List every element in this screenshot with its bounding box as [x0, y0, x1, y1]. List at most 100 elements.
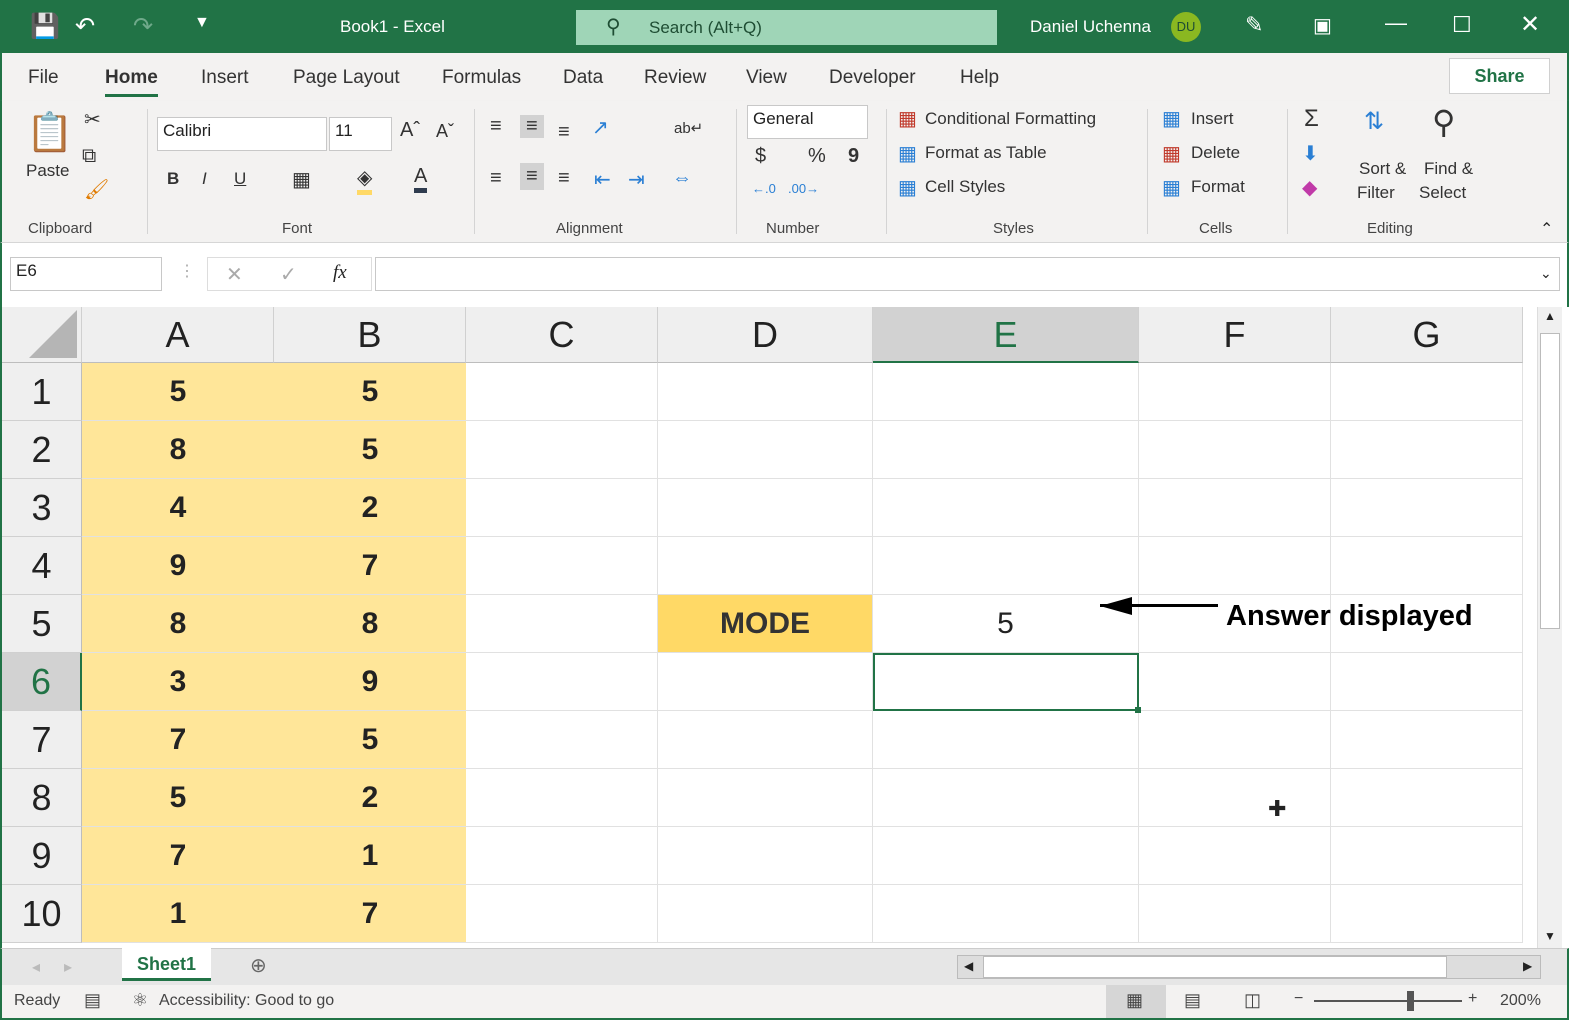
tab-review[interactable]: Review [644, 67, 706, 89]
cell-g8[interactable] [1331, 769, 1523, 827]
underline-button[interactable]: U [234, 169, 246, 189]
borders-icon[interactable]: ▦ [292, 167, 311, 192]
decrease-decimal-icon[interactable]: .00→ [788, 181, 819, 196]
cell-a7[interactable]: 7 [82, 711, 274, 769]
find-select-label-1[interactable]: Find & [1424, 159, 1473, 179]
cell-d1[interactable] [658, 363, 873, 421]
paste-icon[interactable]: 📋 [26, 111, 73, 155]
fill-icon[interactable]: ⬇ [1302, 141, 1319, 166]
scroll-thumb[interactable] [1540, 333, 1560, 629]
accessibility-icon[interactable]: ⚛ [132, 990, 148, 1011]
cell-b9[interactable]: 1 [274, 827, 466, 885]
scroll-right-icon[interactable]: ▶ [1523, 959, 1532, 973]
zoom-slider-thumb[interactable] [1407, 991, 1414, 1011]
paste-button[interactable]: Paste [26, 161, 69, 181]
cancel-icon[interactable]: ✕ [226, 262, 243, 287]
find-select-icon[interactable]: ⚲ [1432, 103, 1455, 141]
cell-g9[interactable] [1331, 827, 1523, 885]
increase-indent-icon[interactable]: ⇥ [628, 167, 645, 192]
sort-filter-label-2[interactable]: Filter [1357, 183, 1395, 203]
maximize-icon[interactable]: ☐ [1452, 12, 1472, 38]
row-header-7[interactable]: 7 [2, 711, 82, 769]
cell-f4[interactable] [1139, 537, 1331, 595]
formula-input[interactable] [375, 257, 1560, 291]
enter-icon[interactable]: ✓ [280, 262, 297, 287]
share-button[interactable]: Share [1449, 58, 1550, 94]
cell-f9[interactable] [1139, 827, 1331, 885]
sort-filter-icon[interactable]: ⇅ [1364, 107, 1384, 136]
vertical-scrollbar[interactable]: ▲ ▼ [1537, 307, 1562, 948]
prev-sheet-icon[interactable]: ◂ [32, 957, 40, 977]
column-header-d[interactable]: D [658, 307, 873, 363]
macro-recording-icon[interactable]: ▤ [84, 990, 101, 1011]
cell-b6[interactable]: 9 [274, 653, 466, 711]
cell-b5[interactable]: 8 [274, 595, 466, 653]
zoom-level[interactable]: 200% [1500, 992, 1541, 1010]
align-top-icon[interactable]: ≡ [490, 115, 502, 138]
search-box[interactable]: ⚲ Search (Alt+Q) [576, 10, 997, 45]
align-left-icon[interactable]: ≡ [490, 167, 502, 190]
cell-f1[interactable] [1139, 363, 1331, 421]
column-header-c[interactable]: C [466, 307, 658, 363]
cell-b7[interactable]: 5 [274, 711, 466, 769]
cell-f6[interactable] [1139, 653, 1331, 711]
customize-qat-icon[interactable]: ▼ [194, 14, 210, 32]
user-name[interactable]: Daniel Uchenna [1030, 17, 1151, 37]
cell-e2[interactable] [873, 421, 1139, 479]
next-sheet-icon[interactable]: ▸ [64, 957, 72, 977]
cell-a6[interactable]: 3 [82, 653, 274, 711]
cell-e9[interactable] [873, 827, 1139, 885]
row-header-2[interactable]: 2 [2, 421, 82, 479]
column-header-g[interactable]: G [1331, 307, 1523, 363]
zoom-in-icon[interactable]: + [1468, 990, 1477, 1008]
h-scroll-thumb[interactable] [983, 956, 1447, 978]
cell-g7[interactable] [1331, 711, 1523, 769]
cell-b3[interactable]: 2 [274, 479, 466, 537]
tab-formulas[interactable]: Formulas [442, 67, 521, 89]
add-sheet-icon[interactable]: ⊕ [250, 953, 267, 978]
tab-insert[interactable]: Insert [201, 67, 249, 89]
tab-page-layout[interactable]: Page Layout [293, 67, 400, 89]
minimize-icon[interactable]: — [1385, 10, 1407, 36]
copy-icon[interactable]: ⧉ [82, 145, 96, 168]
tab-developer[interactable]: Developer [829, 67, 916, 89]
page-break-view-icon[interactable]: ◫ [1244, 990, 1261, 1011]
cell-c1[interactable] [466, 363, 658, 421]
format-as-table-button[interactable]: Format as Table [925, 143, 1047, 163]
font-color-icon[interactable]: A [414, 165, 428, 193]
scroll-up-icon[interactable]: ▲ [1544, 309, 1556, 323]
column-header-f[interactable]: F [1139, 307, 1331, 363]
cell-f2[interactable] [1139, 421, 1331, 479]
normal-view-button[interactable]: ▦ [1106, 985, 1166, 1018]
collapse-ribbon-icon[interactable]: ⌃ [1540, 219, 1553, 239]
decrease-indent-icon[interactable]: ⇤ [594, 167, 611, 192]
cut-icon[interactable]: ✂ [84, 107, 101, 132]
cell-a1[interactable]: 5 [82, 363, 274, 421]
align-center-icon[interactable]: ≡ [520, 163, 544, 190]
cell-d8[interactable] [658, 769, 873, 827]
align-middle-icon[interactable]: ≡ [520, 115, 544, 138]
cell-a5[interactable]: 8 [82, 595, 274, 653]
avatar[interactable]: DU [1171, 12, 1201, 42]
cell-f3[interactable] [1139, 479, 1331, 537]
delete-cells-button[interactable]: Delete [1191, 143, 1240, 163]
expand-formula-icon[interactable]: ⌄ [1540, 265, 1552, 282]
cell-e1[interactable] [873, 363, 1139, 421]
cell-g1[interactable] [1331, 363, 1523, 421]
cell-e3[interactable] [873, 479, 1139, 537]
cell-d10[interactable] [658, 885, 873, 943]
cell-c2[interactable] [466, 421, 658, 479]
row-header-1[interactable]: 1 [2, 363, 82, 421]
cell-b8[interactable]: 2 [274, 769, 466, 827]
row-header-5[interactable]: 5 [2, 595, 82, 653]
find-select-label-2[interactable]: Select [1419, 183, 1466, 203]
currency-button[interactable]: $ [755, 145, 766, 168]
accessibility-status[interactable]: Accessibility: Good to go [159, 992, 334, 1010]
cell-a10[interactable]: 1 [82, 885, 274, 943]
clear-icon[interactable]: ◆ [1302, 175, 1317, 200]
insert-cells-button[interactable]: Insert [1191, 109, 1234, 129]
cell-a4[interactable]: 9 [82, 537, 274, 595]
zoom-slider[interactable] [1314, 1000, 1462, 1002]
tab-file[interactable]: File [28, 67, 59, 89]
conditional-formatting-button[interactable]: Conditional Formatting [925, 109, 1096, 129]
